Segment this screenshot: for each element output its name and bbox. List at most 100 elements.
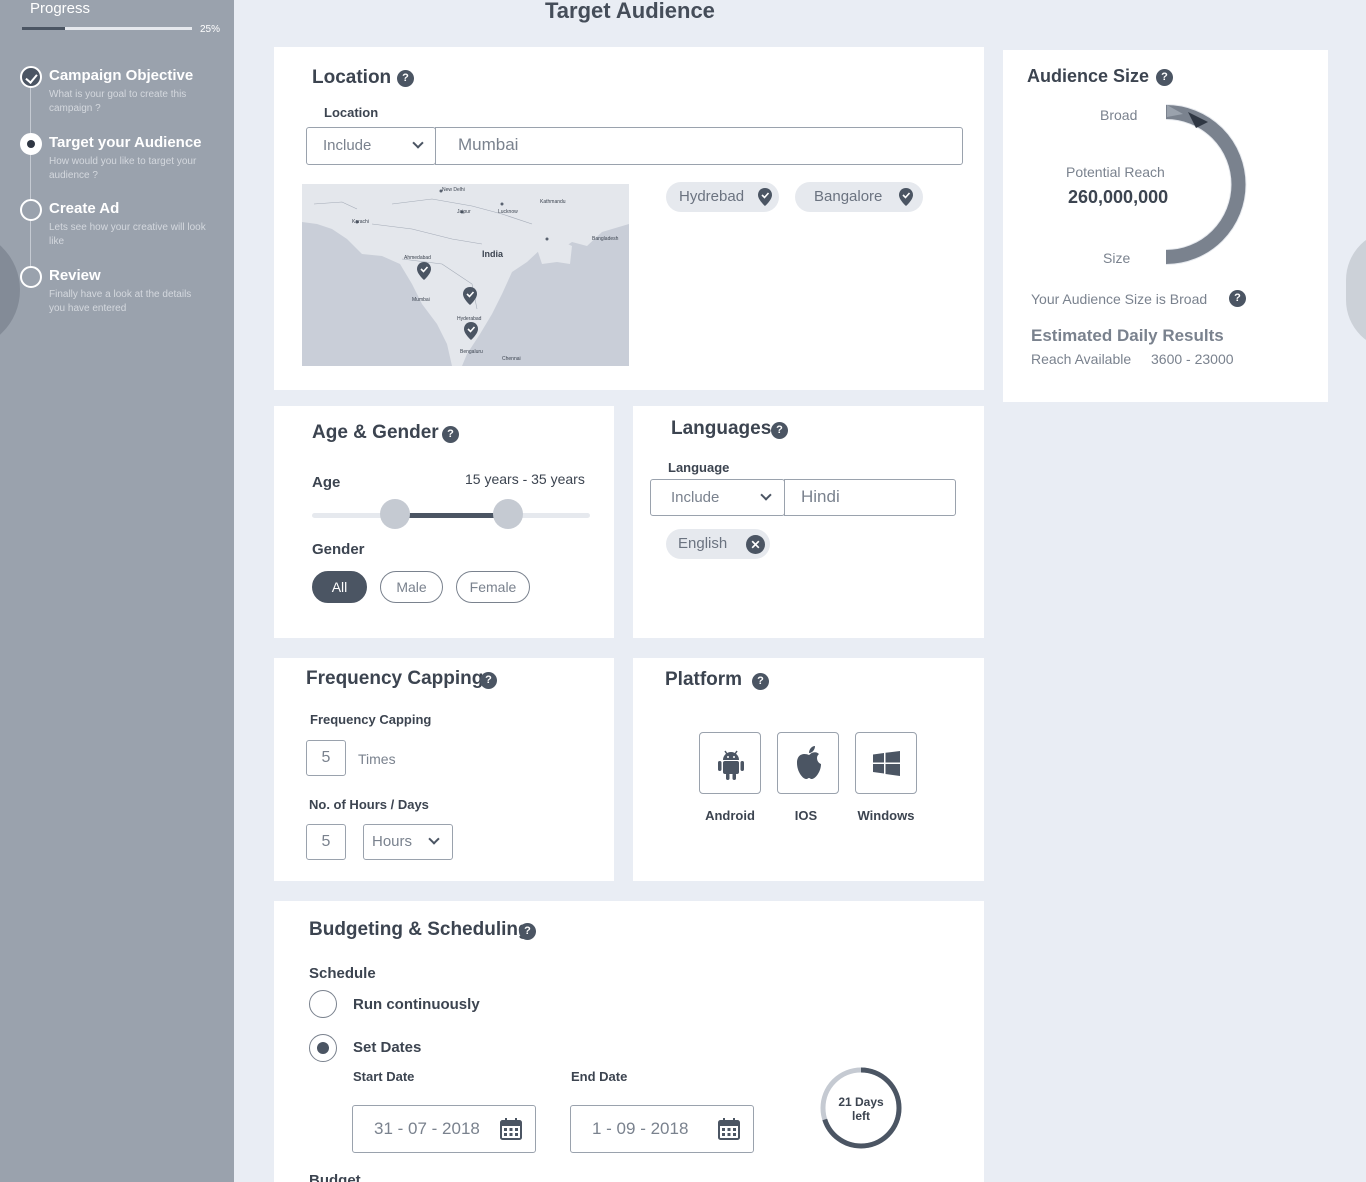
platform-title: Platform [665,669,743,690]
windows-button[interactable] [855,732,917,794]
pending-step-icon [20,199,42,221]
location-input[interactable]: Mumbai [435,127,963,165]
help-icon[interactable]: ? [752,673,769,690]
steps-connector [30,88,31,284]
age-slider-track[interactable] [312,513,590,518]
remove-icon[interactable] [746,535,765,554]
chevron-down-icon [760,489,772,501]
location-input-value: Mumbai [458,135,519,154]
language-input-value: Hindi [801,487,840,506]
progress-bar [22,27,192,30]
frequency-card: Frequency Capping ? Frequency Capping 5 … [274,658,614,881]
language-mode-select[interactable]: Include [650,479,785,516]
language-chip[interactable]: English [666,529,770,559]
step-description: How would you like to target your audien… [49,156,197,181]
help-icon[interactable]: ? [397,70,414,87]
hours-input[interactable]: 5 [306,824,346,860]
hours-unit-value: Hours [372,833,413,850]
language-mode-value: Include [671,489,720,506]
set-dates-radio[interactable] [309,1034,337,1062]
age-min-handle[interactable] [380,499,410,529]
right-decoration [1346,230,1366,350]
step-title: Create Ad [49,200,120,217]
windows-icon [873,751,900,776]
gender-all-button[interactable]: All [312,571,367,603]
frequency-field-label: Frequency Capping [310,712,432,727]
set-dates-label: Set Dates [353,1039,422,1056]
location-map[interactable]: India Hyderabad Ahmedabad Mumbai Jaipur … [302,184,629,366]
location-mode-select[interactable]: Include [306,127,436,165]
chip-label: Hydrebad [679,188,745,205]
location-title: Location [312,67,392,88]
map-label-bangladesh: Bangladesh [592,236,619,242]
gauge-label-broad: Broad [1100,107,1138,123]
map-label-new-delhi: New Delhi [442,187,465,193]
run-continuously-radio[interactable] [309,990,337,1018]
calendar-icon[interactable] [718,1118,740,1140]
days-left-word: left [852,1109,870,1123]
chip-label: Bangalore [814,188,883,205]
map-pin-icon[interactable] [463,287,477,305]
help-icon[interactable]: ? [442,426,459,443]
location-check-icon [899,188,913,206]
android-label: Android [705,808,755,823]
age-slider-range [394,513,508,518]
times-label: Times [358,751,396,767]
hours-unit-select[interactable]: Hours [363,824,453,860]
location-chip[interactable]: Bangalore [795,182,923,212]
help-icon[interactable]: ? [1229,290,1246,307]
map-pin-icon[interactable] [464,322,478,340]
frequency-title: Frequency Capping [306,668,484,689]
location-mode-value: Include [323,137,372,154]
step-title: Review [49,267,101,284]
platform-card: Platform ? Android IOS Windows [633,658,984,881]
audience-size-card: Audience Size ? Broad Potential Reach 26… [1003,50,1328,402]
potential-reach-label: Potential Reach [1066,164,1165,180]
map-label-jaipur: Jaipur [457,209,471,215]
help-icon[interactable]: ? [771,422,788,439]
chevron-down-icon [428,833,440,845]
step-description: Lets see how your creative will look lik… [49,222,206,247]
chevron-down-icon [412,137,424,149]
ios-label: IOS [794,808,818,823]
help-icon[interactable]: ? [1156,69,1173,86]
map-label-ahmedabad: Ahmedabad [404,255,431,261]
android-button[interactable] [699,732,761,794]
pending-step-icon [20,266,42,288]
audience-gauge [1165,104,1247,265]
apple-icon [797,746,821,779]
progress-title: Progress [30,0,91,17]
ios-button[interactable] [777,732,839,794]
frequency-times-input[interactable]: 5 [306,740,346,776]
budgeting-title: Budgeting & Scheduling [309,919,530,940]
audience-size-title: Audience Size [1027,66,1150,86]
budgeting-card: Budgeting & Scheduling ? Schedule Run co… [274,901,984,1182]
age-gender-title: Age & Gender [312,422,439,443]
start-date-label: Start Date [353,1069,415,1084]
age-range-value: 15 years - 35 years [465,471,585,487]
map-label-mumbai: Mumbai [412,297,430,303]
gender-female-button[interactable]: Female [456,571,530,603]
days-left-text: 21 Days left [818,1095,904,1123]
calendar-icon[interactable] [500,1118,522,1140]
progress-bar-fill [22,27,65,30]
map-label-karachi: Karachi [352,219,369,225]
map-label-kathmandu: Kathmandu [540,199,566,205]
start-date-value: 31 - 07 - 2018 [374,1119,480,1138]
end-date-input[interactable]: 1 - 09 - 2018 [570,1105,754,1153]
age-max-handle[interactable] [493,499,523,529]
location-chip[interactable]: Hydrebad [666,182,779,212]
help-icon[interactable]: ? [519,923,536,940]
potential-reach-value: 260,000,000 [1068,187,1169,207]
languages-title: Languages [671,418,772,439]
map-label-lucknow: Lucknow [498,209,518,215]
active-step-icon [20,133,42,155]
gender-male-button[interactable]: Male [380,571,443,603]
help-icon[interactable]: ? [480,672,497,689]
step-description: Finally have a look at the details you h… [49,289,192,314]
start-date-input[interactable]: 31 - 07 - 2018 [352,1105,536,1153]
language-input[interactable]: Hindi [784,479,956,516]
map-pin-icon[interactable] [417,262,431,280]
progress-percent: 25% [200,24,221,35]
reach-available-label: Reach Available [1031,351,1132,367]
